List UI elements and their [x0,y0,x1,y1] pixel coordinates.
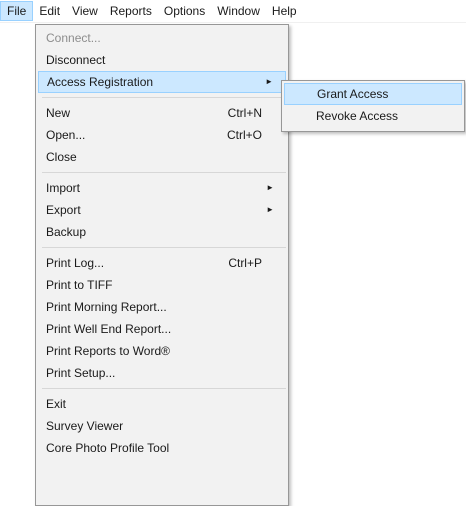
menu-item-label: Print Setup... [46,366,116,380]
menu-item-core-photo-profile-tool[interactable]: Core Photo Profile Tool [38,437,286,459]
menu-item-print-log[interactable]: Print Log... Ctrl+P [38,252,286,274]
menu-item-shortcut: Ctrl+P [228,256,262,270]
menu-item-print-to-tiff[interactable]: Print to TIFF [38,274,286,296]
menu-item-import[interactable]: Import ► [38,177,286,199]
menu-item-label: Exit [46,397,67,411]
menu-item-label: Open... [46,128,86,142]
menu-item-survey-viewer[interactable]: Survey Viewer [38,415,286,437]
menu-item-label: Disconnect [46,53,106,67]
menu-item-shortcut: Ctrl+N [227,106,262,120]
menu-item-export[interactable]: Export ► [38,199,286,221]
menu-item-label: Connect... [46,31,101,45]
menu-item-label: Import [46,181,81,195]
menu-view[interactable]: View [66,1,104,21]
menu-item-label: Export [46,203,81,217]
menu-item-shortcut: Ctrl+O [226,128,262,142]
submenu-item-label: Revoke Access [316,109,399,123]
menu-bar: File Edit View Reports Options Window He… [0,0,466,23]
menu-help[interactable]: Help [266,1,303,21]
menu-item-label: Print to TIFF [46,278,113,292]
menu-options[interactable]: Options [158,1,211,21]
menu-item-label: Access Registration [47,75,154,89]
menu-item-label: Survey Viewer [46,419,124,433]
menu-item-backup[interactable]: Backup [38,221,286,243]
submenu-arrow-icon: ► [266,183,274,192]
menu-item-print-setup[interactable]: Print Setup... [38,362,286,384]
menu-item-connect[interactable]: Connect... [38,27,286,49]
menu-separator [42,247,286,248]
menu-item-print-well-end-report[interactable]: Print Well End Report... [38,318,286,340]
menu-item-print-morning-report[interactable]: Print Morning Report... [38,296,286,318]
menu-file[interactable]: File [0,1,34,21]
menu-edit[interactable]: Edit [33,1,66,21]
application-window: File Edit View Reports Options Window He… [0,0,466,506]
menu-item-label: Print Morning Report... [46,300,167,314]
menu-item-open[interactable]: Open... Ctrl+O [38,124,286,146]
menu-separator [42,172,286,173]
menu-item-print-reports-to-word[interactable]: Print Reports to Word® [38,340,286,362]
menu-item-label: Close [46,150,77,164]
menu-separator [42,388,286,389]
menu-item-close[interactable]: Close [38,146,286,168]
submenu-arrow-icon: ► [266,205,274,214]
menu-item-label: New [46,106,71,120]
menu-item-exit[interactable]: Exit [38,393,286,415]
menu-item-disconnect[interactable]: Disconnect [38,49,286,71]
submenu-item-grant-access[interactable]: Grant Access [284,83,462,105]
menu-item-new[interactable]: New Ctrl+N [38,102,286,124]
menu-reports[interactable]: Reports [104,1,158,21]
submenu-item-label: Grant Access [317,87,389,101]
menu-window[interactable]: Window [211,1,266,21]
menu-item-label: Core Photo Profile Tool [46,441,170,455]
menu-item-label: Print Log... [46,256,105,270]
access-registration-submenu: Grant Access Revoke Access [281,80,465,132]
menu-item-access-registration[interactable]: Access Registration ► [38,71,286,93]
submenu-arrow-icon: ► [265,77,273,86]
menu-item-label: Print Well End Report... [46,322,172,336]
submenu-item-revoke-access[interactable]: Revoke Access [284,105,462,127]
menu-item-label: Print Reports to Word® [46,344,170,358]
menu-item-label: Backup [46,225,87,239]
file-menu-dropdown: Connect... Disconnect Access Registration ►… [35,24,289,506]
menu-separator [42,97,286,98]
